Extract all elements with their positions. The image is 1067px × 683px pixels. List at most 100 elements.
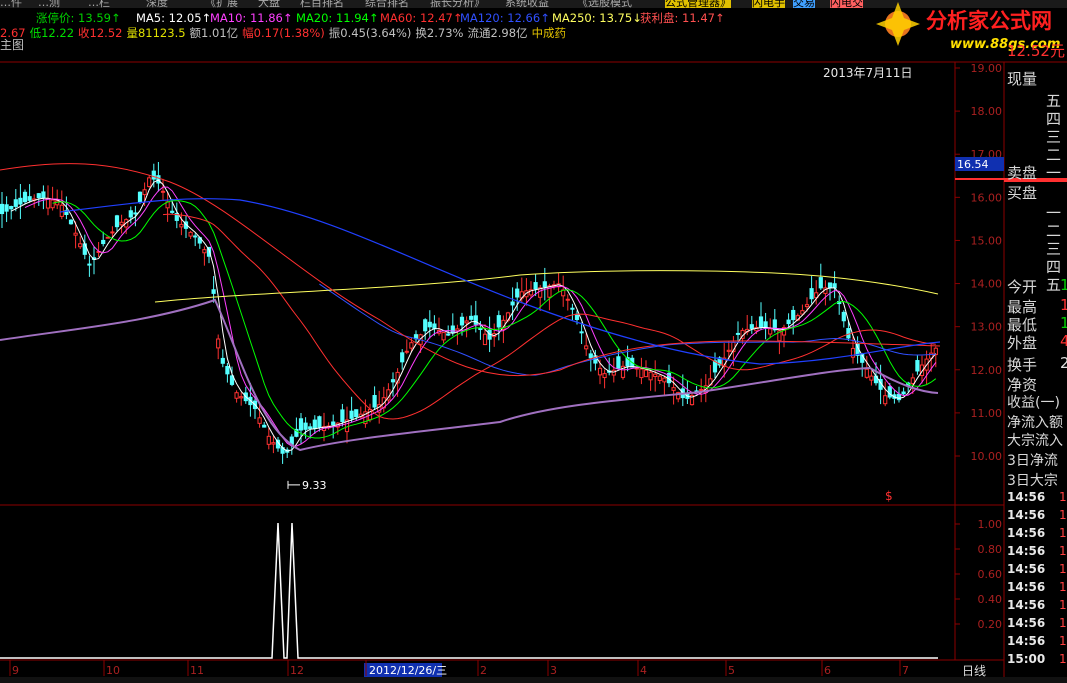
- kline-chart[interactable]: 19.0018.0017.0016.0015.0014.0013.0012.00…: [0, 0, 1067, 683]
- candle-body: [915, 360, 920, 372]
- quote-value: 收12.52: [78, 26, 123, 40]
- x-tick-label: 2012/12/26/三: [369, 664, 447, 677]
- y-tick-label: 11.00: [971, 407, 1003, 420]
- y-tick-label: 12.00: [971, 364, 1003, 377]
- quote-value: 振0.45(3.64%): [328, 26, 412, 40]
- trade-time: 14:56: [1007, 508, 1046, 522]
- candle-body: [432, 323, 437, 330]
- quote-value: 流通2.98亿: [467, 26, 528, 40]
- quote-row-value: 1: [1060, 296, 1067, 314]
- candle-body: [128, 210, 133, 218]
- candle-body: [101, 239, 106, 245]
- candle-body: [469, 315, 474, 320]
- trade-time: 14:56: [1007, 616, 1046, 630]
- candle-body: [726, 349, 731, 352]
- trade-time: 14:56: [1007, 562, 1046, 576]
- candle-body: [404, 350, 409, 353]
- candle-body: [515, 288, 520, 298]
- y-tick-label: 13.00: [971, 321, 1003, 334]
- candle-body: [193, 235, 198, 238]
- quote-value: 幅0.17(1.38%): [242, 26, 325, 40]
- ma60-line: [162, 213, 936, 420]
- candle-body: [735, 332, 741, 335]
- sub-y-tick-label: 0.80: [978, 543, 1003, 556]
- candle-body: [372, 395, 377, 408]
- trade-marker: 1: [1059, 598, 1067, 612]
- candle-body: [758, 316, 764, 328]
- y-tick-label: 16.00: [971, 191, 1003, 204]
- candle-body: [910, 377, 915, 384]
- candle-body: [303, 422, 308, 430]
- candle-body: [45, 198, 51, 209]
- candle-body: [804, 304, 810, 308]
- sub-y-tick-label: 0.20: [978, 618, 1003, 631]
- candle-body: [441, 332, 446, 341]
- candle-body: [59, 204, 64, 217]
- logo-text: 分析家公式网: [926, 9, 1052, 33]
- trade-time: 15:00: [1007, 652, 1046, 666]
- candle-body: [542, 281, 547, 288]
- candle-body: [239, 396, 244, 399]
- trade-time: 14:56: [1007, 634, 1046, 648]
- candle-body: [147, 177, 152, 187]
- candle-body: [156, 175, 161, 184]
- quote-value: 换2.73%: [415, 26, 464, 40]
- ma20-line: [52, 200, 937, 439]
- candle-body: [36, 193, 41, 199]
- candle-body: [864, 368, 869, 378]
- x-tick-label: 5: [728, 664, 735, 677]
- candle-body: [653, 373, 658, 378]
- quote-value: 低12.22: [29, 26, 75, 40]
- candle-body: [818, 277, 823, 289]
- candle-body: [160, 190, 166, 193]
- indicator-line: 涨停价: 13.59↑ MA5: 12.05↑ MA10: 11.86↑ MA20: …: [0, 11, 870, 26]
- x-tick-label: 3: [550, 664, 557, 677]
- candle-body: [809, 288, 814, 300]
- candle-body: [846, 328, 851, 339]
- candle-body: [41, 191, 46, 199]
- quote-row-label: 买盘: [1007, 184, 1038, 202]
- candle-body: [271, 442, 276, 445]
- candle-body: [220, 357, 225, 364]
- trade-time: 14:56: [1007, 490, 1046, 504]
- candle-body: [459, 316, 465, 326]
- candle-body: [151, 170, 156, 180]
- candle-body: [869, 375, 874, 381]
- trade-marker: 1: [1059, 634, 1067, 648]
- candle-body: [133, 212, 138, 215]
- quote-row-value: 1: [1060, 276, 1067, 294]
- candle-body: [749, 324, 754, 329]
- candle-body: [657, 375, 662, 381]
- quote-row-label: 3日净流: [1007, 453, 1058, 469]
- candle-body: [78, 243, 83, 248]
- trade-marker: 1: [1059, 544, 1067, 558]
- candle-body: [400, 352, 405, 363]
- candle-body: [643, 369, 649, 378]
- candle-body: [565, 298, 570, 301]
- candle-body: [446, 333, 451, 336]
- price-marker: 16.54: [957, 158, 989, 171]
- candle-body: [331, 421, 336, 426]
- trade-marker: 1: [1059, 490, 1067, 504]
- candle-body: [473, 315, 478, 325]
- candle-body: [671, 387, 676, 391]
- sub-indicator-line: [0, 522, 938, 659]
- indicator-value: MA120: 12.66↑: [460, 11, 550, 25]
- candle-body: [768, 328, 773, 335]
- ma120-smooth: [59, 198, 941, 365]
- quote-row-label: 现量: [1007, 70, 1038, 88]
- candle-body: [216, 338, 221, 349]
- candle-body: [450, 325, 455, 334]
- candle-body: [298, 418, 304, 431]
- trade-marker: 1: [1059, 652, 1067, 666]
- candle-body: [202, 249, 207, 254]
- candle-body: [349, 410, 354, 419]
- quote-value: 2.67: [0, 26, 26, 40]
- candle-body: [841, 311, 846, 322]
- candle-body: [234, 392, 239, 399]
- candle-body: [266, 435, 271, 445]
- trade-marker: 1: [1059, 580, 1067, 594]
- sub-y-tick-label: 0.40: [978, 593, 1003, 606]
- candle-body: [188, 231, 193, 237]
- trade-marker: 1: [1059, 616, 1067, 630]
